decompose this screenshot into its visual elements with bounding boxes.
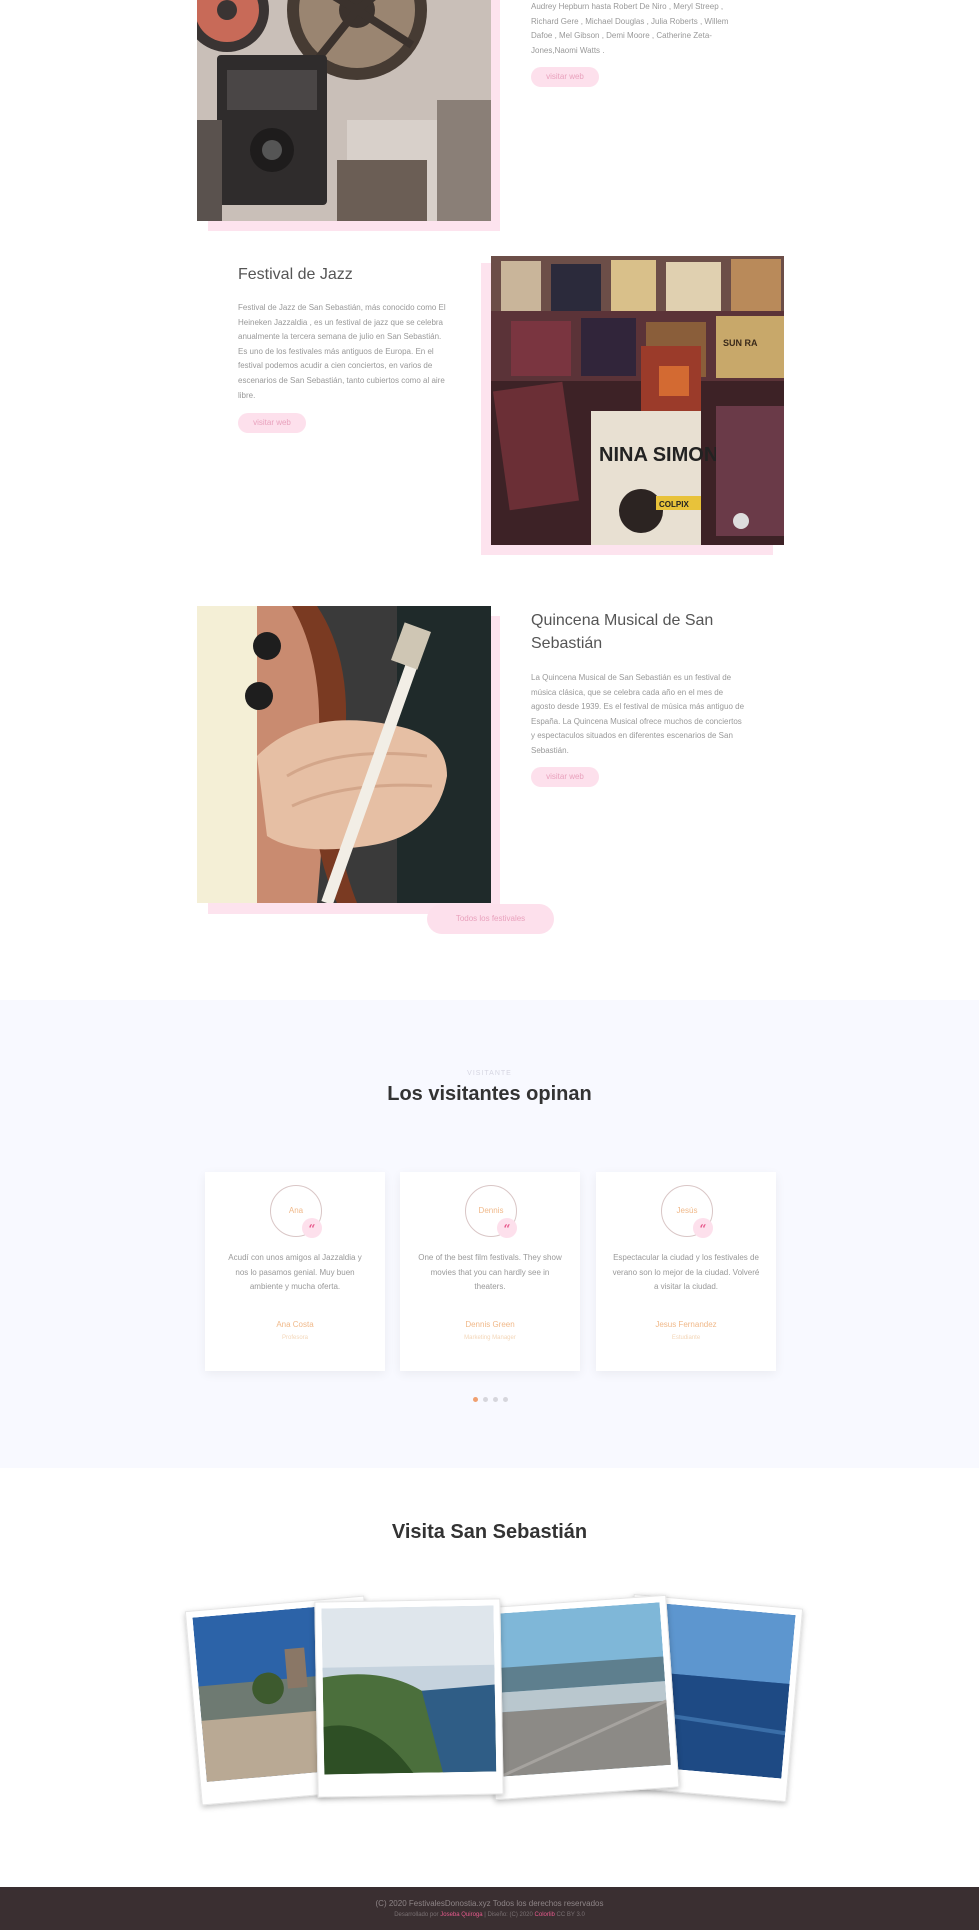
testimonial-name: Jesus Fernandez	[655, 1320, 717, 1329]
festival-jazz-description: Festival de Jazz de San Sebastián, más c…	[238, 303, 446, 400]
all-festivals-button[interactable]: Todos los festivales	[427, 904, 554, 934]
quote-icon: “	[693, 1218, 713, 1238]
footer	[0, 1887, 979, 1930]
carousel-dot[interactable]	[483, 1397, 488, 1402]
quote-icon: “	[497, 1218, 517, 1238]
testimonial-card: Jesús “ Espectacular la ciudad y los fes…	[596, 1172, 776, 1371]
visitors-eyebrow: VISITANTE	[467, 1070, 512, 1077]
testimonial-name: Ana Costa	[276, 1320, 314, 1329]
festival-quincena-title: Quincena Musical de San Sebastián	[531, 612, 714, 652]
festival-quincena-description: La Quincena Musical de San Sebastián es …	[531, 673, 745, 755]
violin-photo	[197, 606, 491, 903]
testimonial-role: Marketing Manager	[464, 1335, 516, 1341]
carousel-dot[interactable]	[503, 1397, 508, 1402]
quote-icon: “	[302, 1218, 322, 1238]
testimonial-text: Espectacular la ciudad y los festivales …	[612, 1253, 760, 1292]
carousel-dot-active[interactable]	[473, 1397, 478, 1402]
designer-link[interactable]: Colorlib	[535, 1912, 555, 1918]
testimonial-text: Acudí con unos amigos al Jazzaldia y nos…	[228, 1253, 362, 1292]
vinyl-records-photo: NINA SIMONE COLPIX SUN RA	[491, 256, 784, 545]
testimonial-card: Ana “ Acudí con unos amigos al Jazzaldia…	[205, 1172, 385, 1371]
testimonial-role: Profesora	[281, 1335, 308, 1341]
record-label-nina: NINA SIMONE	[599, 444, 732, 466]
testimonial-text: One of the best film festivals. They sho…	[418, 1253, 562, 1292]
festival-quincena-visit-button[interactable]: visitar web	[531, 767, 599, 787]
festival-jazz-title: Festival de Jazz	[238, 266, 353, 283]
testimonial-role: Estudiante	[671, 1335, 701, 1341]
festival-jazz-visit-button[interactable]: visitar web	[238, 413, 306, 433]
visitors-title: Los visitantes opinan	[387, 1083, 592, 1105]
record-label-sunra: SUN RA	[723, 338, 758, 348]
testimonial-name: Dennis Green	[465, 1320, 515, 1329]
record-label-colpix: COLPIX	[659, 500, 689, 509]
carousel-dot[interactable]	[493, 1397, 498, 1402]
footer-copyright: (C) 2020 FestivalesDonostia.xyz Todos lo…	[375, 1899, 604, 1908]
gallery-photo-boardwalk[interactable]	[481, 1594, 680, 1801]
footer-credits-mid: | Diseño: (C) 2020	[482, 1912, 535, 1918]
gallery-photo-green-coast[interactable]	[314, 1598, 504, 1798]
film-projector-photo	[197, 0, 491, 221]
footer-credits-pre: Desarrollado por	[394, 1912, 441, 1918]
testimonial-card: Dennis “ One of the best film festivals.…	[400, 1172, 580, 1371]
gallery-title: Visita San Sebastián	[391, 1521, 588, 1543]
footer-credits: Desarrollado por Joseba Quiroga | Diseño…	[0, 1912, 979, 1918]
footer-credits-post: CC BY 3.0	[554, 1912, 585, 1918]
developer-link[interactable]: Joseba Quiroga	[440, 1912, 482, 1918]
festival-cine-visit-button[interactable]: visitar web	[531, 67, 599, 87]
festival-cine-description: Audrey Hepburn hasta Robert De Niro , Me…	[531, 2, 729, 55]
